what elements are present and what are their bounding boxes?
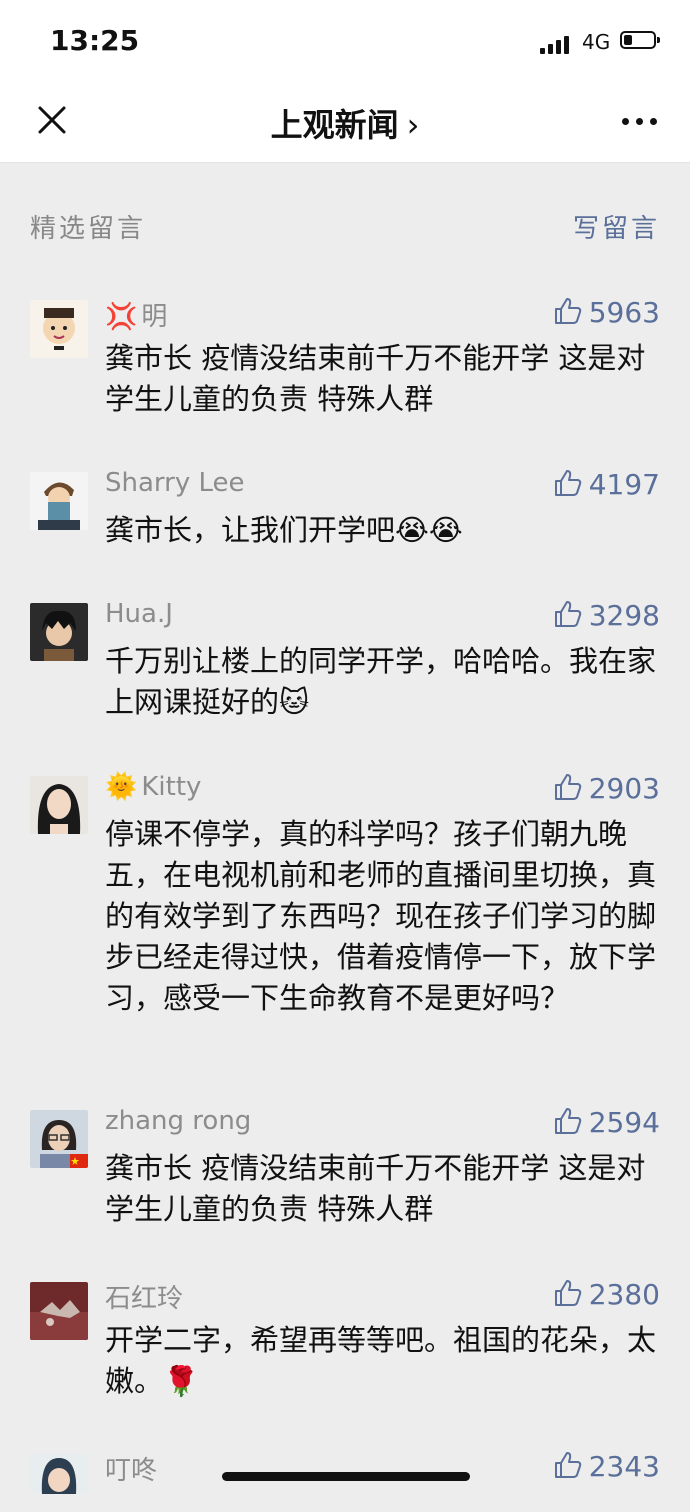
avatar[interactable] [30,603,88,661]
more-icon[interactable] [620,118,660,126]
thumbs-up-icon [554,470,581,496]
status-time: 13:25 [50,24,140,57]
signal-icon [540,34,574,54]
like-button[interactable]: 2594 [553,1106,660,1139]
status-bar: 13:25 4G [0,0,690,80]
like-count: 4197 [588,468,660,501]
thumbs-up-icon [554,1108,581,1134]
thumbs-up-icon [554,1452,581,1478]
avatar[interactable] [30,776,88,834]
like-count: 3298 [588,599,660,632]
like-count: 2903 [588,772,660,805]
thumbs-up-icon [554,774,581,800]
thumbs-up-icon [554,298,581,324]
like-count: 2594 [588,1106,660,1139]
comments-header: 精选留言 写留言 [30,208,660,248]
home-indicator[interactable] [222,1472,470,1481]
like-button[interactable]: 4197 [553,468,660,501]
comment-author: Hua.J [105,599,173,629]
like-count: 5963 [588,296,660,329]
comment-text: 开学二字，希望再等等吧。祖国的花朵，太嫩。🌹 [105,1323,657,1398]
like-button[interactable]: 2343 [553,1450,660,1483]
like-button[interactable]: 3298 [553,599,660,632]
section-title: 精选留言 [30,214,147,244]
like-count: 2343 [588,1450,660,1483]
chevron-right-icon: › [406,106,420,144]
comment-text: 龚市长 疫情没结束前千万不能开学 这是对学生儿童的负责 特殊人群 [105,1151,646,1226]
thumbs-up-icon [554,601,581,627]
sun-emoji: 🌞 [105,772,138,802]
like-count: 2380 [588,1278,660,1311]
avatar[interactable] [30,1454,88,1512]
anger-emoji: 💢 [105,302,138,332]
battery-icon [620,31,660,49]
comment-author: 💢 明 [105,302,168,332]
nav-title-text: 上观新闻 [270,106,399,144]
comment-author: 石红玲 [105,1284,184,1314]
like-button[interactable]: 5963 [553,296,660,329]
avatar[interactable] [30,1110,88,1168]
comment-text: 千万别让楼上的同学开学，哈哈哈。我在家上网课挺好的🐱 [105,644,657,719]
comment-author: 🌞 Kitty [105,772,202,802]
write-comment-link[interactable]: 写留言 [573,208,660,245]
comment-text: 龚市长，让我们开学吧😭😭 [105,513,463,547]
like-button[interactable]: 2903 [553,772,660,805]
comment-author: zhang rong [105,1106,252,1136]
avatar[interactable] [30,1282,88,1340]
thumbs-up-icon [554,1280,581,1306]
nav-bar: 上观新闻 › [0,80,690,163]
avatar[interactable] [30,472,88,530]
comment-author: 叮咚 [105,1456,158,1486]
comment-text: 龚市长 疫情没结束前千万不能开学 这是对学生儿童的负责 特殊人群 [105,341,646,416]
comment-author: Sharry Lee [105,468,245,498]
avatar[interactable] [30,300,88,358]
nav-title[interactable]: 上观新闻 › [0,100,690,146]
like-button[interactable]: 2380 [553,1278,660,1311]
network-label: 4G [582,30,611,54]
comment-text: 停课不停学，真的科学吗？孩子们朝九晚五，在电视机前和老师的直播间里切换，真的有效… [105,817,657,1015]
